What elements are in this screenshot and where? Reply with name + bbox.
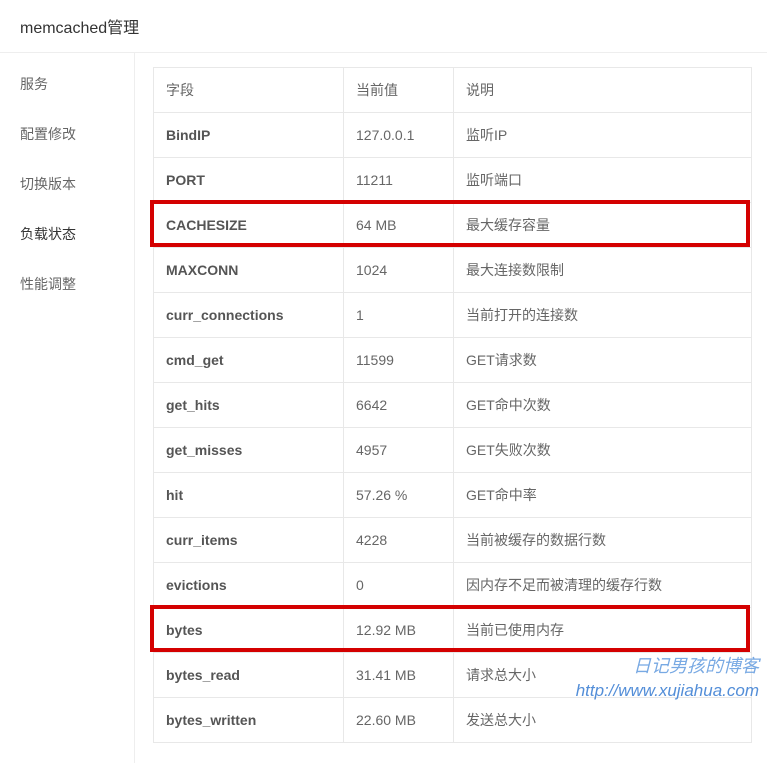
th-field: 字段 [154, 68, 344, 113]
cell-value: 11599 [344, 338, 454, 383]
cell-field: BindIP [154, 113, 344, 158]
table-row: bytes_written22.60 MB发送总大小 [154, 698, 752, 743]
cell-desc: 请求总大小 [454, 653, 752, 698]
th-desc: 说明 [454, 68, 752, 113]
table-row: get_misses4957GET失败次数 [154, 428, 752, 473]
sidebar-item-3[interactable]: 负载状态 [0, 209, 134, 259]
sidebar-item-4[interactable]: 性能调整 [0, 259, 134, 309]
cell-value: 11211 [344, 158, 454, 203]
cell-field: bytes_written [154, 698, 344, 743]
cell-desc: GET请求数 [454, 338, 752, 383]
table-row: bytes12.92 MB当前已使用内存 [154, 608, 752, 653]
cell-field: PORT [154, 158, 344, 203]
cell-desc: 监听端口 [454, 158, 752, 203]
cell-desc: 监听IP [454, 113, 752, 158]
cell-value: 64 MB [344, 203, 454, 248]
cell-value: 6642 [344, 383, 454, 428]
cell-desc: GET命中率 [454, 473, 752, 518]
table-header-row: 字段 当前值 说明 [154, 68, 752, 113]
cell-value: 127.0.0.1 [344, 113, 454, 158]
cell-value: 31.41 MB [344, 653, 454, 698]
table-row: BindIP127.0.0.1监听IP [154, 113, 752, 158]
table-row: CACHESIZE64 MB最大缓存容量 [154, 203, 752, 248]
table-row: hit57.26 %GET命中率 [154, 473, 752, 518]
cell-value: 22.60 MB [344, 698, 454, 743]
table-row: bytes_read31.41 MB请求总大小 [154, 653, 752, 698]
cell-field: hit [154, 473, 344, 518]
cell-desc: 当前已使用内存 [454, 608, 752, 653]
cell-value: 4228 [344, 518, 454, 563]
th-value: 当前值 [344, 68, 454, 113]
cell-desc: GET失败次数 [454, 428, 752, 473]
cell-desc: 当前打开的连接数 [454, 293, 752, 338]
table-row: curr_connections1当前打开的连接数 [154, 293, 752, 338]
sidebar-item-1[interactable]: 配置修改 [0, 109, 134, 159]
table-row: cmd_get11599GET请求数 [154, 338, 752, 383]
page-title: memcached管理 [0, 0, 767, 53]
table-row: get_hits6642GET命中次数 [154, 383, 752, 428]
sidebar-item-0[interactable]: 服务 [0, 59, 134, 109]
cell-value: 1 [344, 293, 454, 338]
cell-value: 1024 [344, 248, 454, 293]
cell-field: bytes_read [154, 653, 344, 698]
cell-value: 57.26 % [344, 473, 454, 518]
cell-value: 4957 [344, 428, 454, 473]
sidebar: 服务配置修改切换版本负载状态性能调整 [0, 53, 135, 763]
cell-desc: 当前被缓存的数据行数 [454, 518, 752, 563]
table-row: curr_items4228当前被缓存的数据行数 [154, 518, 752, 563]
cell-field: MAXCONN [154, 248, 344, 293]
sidebar-item-2[interactable]: 切换版本 [0, 159, 134, 209]
cell-desc: GET命中次数 [454, 383, 752, 428]
cell-desc: 最大连接数限制 [454, 248, 752, 293]
cell-field: CACHESIZE [154, 203, 344, 248]
cell-field: bytes [154, 608, 344, 653]
content-area: 字段 当前值 说明 BindIP127.0.0.1监听IPPORT11211监听… [135, 53, 767, 763]
cell-field: get_misses [154, 428, 344, 473]
cell-value: 12.92 MB [344, 608, 454, 653]
cell-field: cmd_get [154, 338, 344, 383]
cell-desc: 发送总大小 [454, 698, 752, 743]
cell-value: 0 [344, 563, 454, 608]
table-row: MAXCONN1024最大连接数限制 [154, 248, 752, 293]
cell-desc: 最大缓存容量 [454, 203, 752, 248]
cell-desc: 因内存不足而被清理的缓存行数 [454, 563, 752, 608]
stats-table: 字段 当前值 说明 BindIP127.0.0.1监听IPPORT11211监听… [153, 67, 752, 743]
cell-field: get_hits [154, 383, 344, 428]
cell-field: curr_connections [154, 293, 344, 338]
cell-field: curr_items [154, 518, 344, 563]
table-row: PORT11211监听端口 [154, 158, 752, 203]
table-row: evictions0因内存不足而被清理的缓存行数 [154, 563, 752, 608]
cell-field: evictions [154, 563, 344, 608]
